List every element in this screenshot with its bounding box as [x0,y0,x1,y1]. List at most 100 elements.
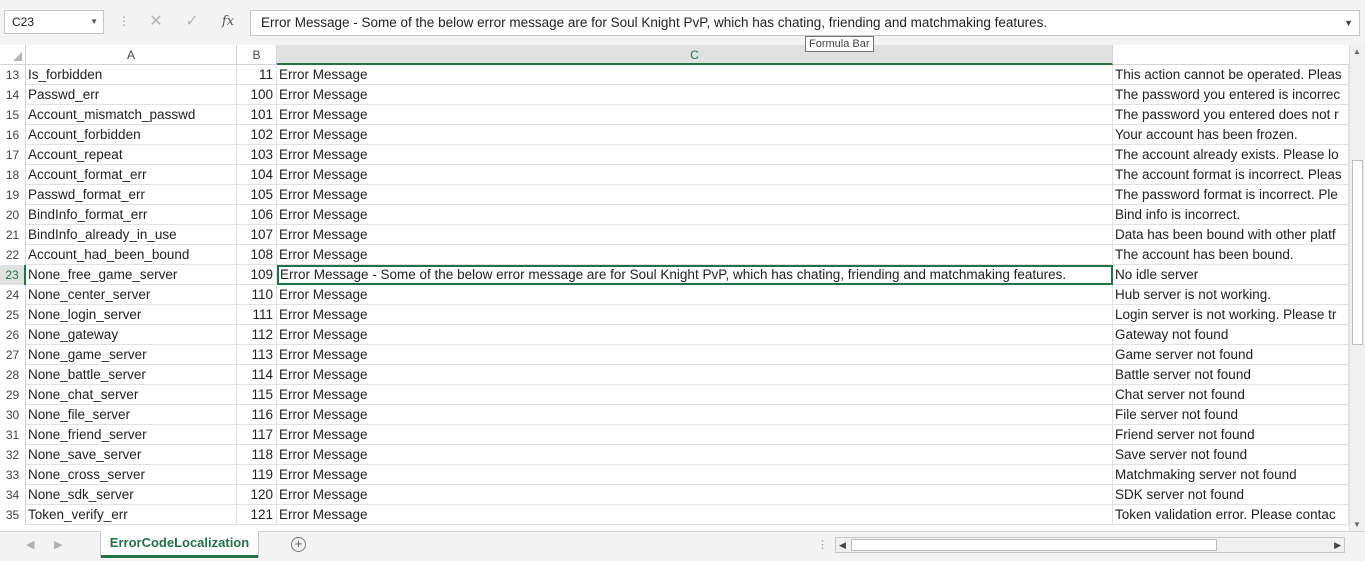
cell-d[interactable]: Login server is not working. Please tr [1113,305,1349,325]
cell-d[interactable]: Token validation error. Please contac [1113,505,1349,525]
insert-function-icon[interactable]: fx [218,14,238,29]
row-header[interactable]: 31 [0,425,26,445]
cell-b[interactable]: 108 [237,245,277,265]
cell-a[interactable]: None_save_server [26,445,237,465]
cell-a[interactable]: BindInfo_already_in_use [26,225,237,245]
cell-a[interactable]: Passwd_format_err [26,185,237,205]
row-header[interactable]: 32 [0,445,26,465]
row-header[interactable]: 21 [0,225,26,245]
cell-a[interactable]: Passwd_err [26,85,237,105]
cell-d[interactable]: Bind info is incorrect. [1113,205,1349,225]
cell-c[interactable]: Error Message [277,305,1113,325]
tab-split-handle[interactable]: ⋮ [817,538,828,551]
cell-d[interactable]: File server not found [1113,405,1349,425]
cell-a[interactable]: Account_format_err [26,165,237,185]
cell-d[interactable]: Hub server is not working. [1113,285,1349,305]
cell-c[interactable]: Error Message [277,225,1113,245]
cell-b[interactable]: 100 [237,85,277,105]
cell-c[interactable]: Error Message [277,485,1113,505]
cell-b[interactable]: 112 [237,325,277,345]
sheet-tab-errorcodelocalization[interactable]: ErrorCodeLocalization [101,531,258,558]
row-header[interactable]: 35 [0,505,26,525]
horizontal-scrollbar[interactable]: ◀ ▶ [835,537,1345,553]
cell-c[interactable]: Error Message [277,425,1113,445]
scroll-up-icon[interactable]: ▲ [1353,47,1361,56]
column-header-a[interactable]: A [26,45,237,65]
row-header[interactable]: 27 [0,345,26,365]
cell-b[interactable]: 116 [237,405,277,425]
add-sheet-icon[interactable]: + [291,537,306,552]
cell-b[interactable]: 113 [237,345,277,365]
name-box[interactable]: C23 ▼ [4,10,104,34]
cell-d[interactable]: The account format is incorrect. Pleas [1113,165,1349,185]
cell-d[interactable]: The account already exists. Please lo [1113,145,1349,165]
row-header[interactable]: 17 [0,145,26,165]
cell-c[interactable]: Error Message [277,505,1113,525]
cell-d[interactable]: Data has been bound with other platf [1113,225,1349,245]
row-header[interactable]: 30 [0,405,26,425]
cell-a[interactable]: Account_had_been_bound [26,245,237,265]
cell-c[interactable]: Error Message - Some of the below error … [277,265,1113,285]
row-header[interactable]: 23 [0,265,26,285]
cell-d[interactable]: The account has been bound. [1113,245,1349,265]
cell-a[interactable]: None_cross_server [26,465,237,485]
more-options-icon[interactable]: ⋮ [118,14,130,28]
cell-a[interactable]: None_friend_server [26,425,237,445]
cell-b[interactable]: 120 [237,485,277,505]
cell-a[interactable]: None_battle_server [26,365,237,385]
horizontal-scroll-thumb[interactable] [851,539,1217,551]
cell-d[interactable]: No idle server [1113,265,1349,285]
row-header[interactable]: 25 [0,305,26,325]
cell-a[interactable]: None_center_server [26,285,237,305]
cell-b[interactable]: 105 [237,185,277,205]
row-header[interactable]: 14 [0,85,26,105]
cell-c[interactable]: Error Message [277,285,1113,305]
cell-c[interactable]: Error Message [277,325,1113,345]
enter-icon[interactable]: ✓ [182,11,202,31]
cell-a[interactable]: None_chat_server [26,385,237,405]
row-header[interactable]: 22 [0,245,26,265]
cell-d[interactable]: The password you entered is incorrec [1113,85,1349,105]
row-header[interactable]: 28 [0,365,26,385]
cell-d[interactable]: The password you entered does not r [1113,105,1349,125]
cell-d[interactable]: Gateway not found [1113,325,1349,345]
cell-c[interactable]: Error Message [277,405,1113,425]
cell-c[interactable]: Error Message [277,365,1113,385]
cell-d[interactable]: The password format is incorrect. Ple [1113,185,1349,205]
cell-b[interactable]: 121 [237,505,277,525]
cell-c[interactable]: Error Message [277,345,1113,365]
cell-c[interactable]: Error Message [277,165,1113,185]
cell-c[interactable]: Error Message [277,385,1113,405]
cell-a[interactable]: None_file_server [26,405,237,425]
row-header[interactable]: 20 [0,205,26,225]
cell-c[interactable]: Error Message [277,65,1113,85]
cell-a[interactable]: None_login_server [26,305,237,325]
cell-a[interactable]: BindInfo_format_err [26,205,237,225]
cell-b[interactable]: 111 [237,305,277,325]
cell-a[interactable]: Account_mismatch_passwd [26,105,237,125]
cell-d[interactable]: Friend server not found [1113,425,1349,445]
cell-b[interactable]: 109 [237,265,277,285]
cell-c[interactable]: Error Message [277,245,1113,265]
cell-b[interactable]: 102 [237,125,277,145]
cell-b[interactable]: 110 [237,285,277,305]
cell-a[interactable]: Account_repeat [26,145,237,165]
cell-d[interactable]: Your account has been frozen. [1113,125,1349,145]
cell-b[interactable]: 11 [237,65,277,85]
cell-b[interactable]: 118 [237,445,277,465]
formula-input[interactable]: Error Message - Some of the below error … [250,10,1360,36]
cell-d[interactable]: Save server not found [1113,445,1349,465]
cell-b[interactable]: 114 [237,365,277,385]
row-header[interactable]: 33 [0,465,26,485]
expand-formula-bar-icon[interactable]: ▼ [1344,11,1353,35]
row-header[interactable]: 18 [0,165,26,185]
cell-d[interactable]: This action cannot be operated. Pleas [1113,65,1349,85]
prev-sheet-icon[interactable]: ◀ [26,538,34,551]
select-all-button[interactable] [0,45,26,64]
cell-b[interactable]: 101 [237,105,277,125]
cell-d[interactable]: Matchmaking server not found [1113,465,1349,485]
cell-c[interactable]: Error Message [277,85,1113,105]
cell-b[interactable]: 104 [237,165,277,185]
next-sheet-icon[interactable]: ▶ [54,538,62,551]
cell-a[interactable]: None_gateway [26,325,237,345]
